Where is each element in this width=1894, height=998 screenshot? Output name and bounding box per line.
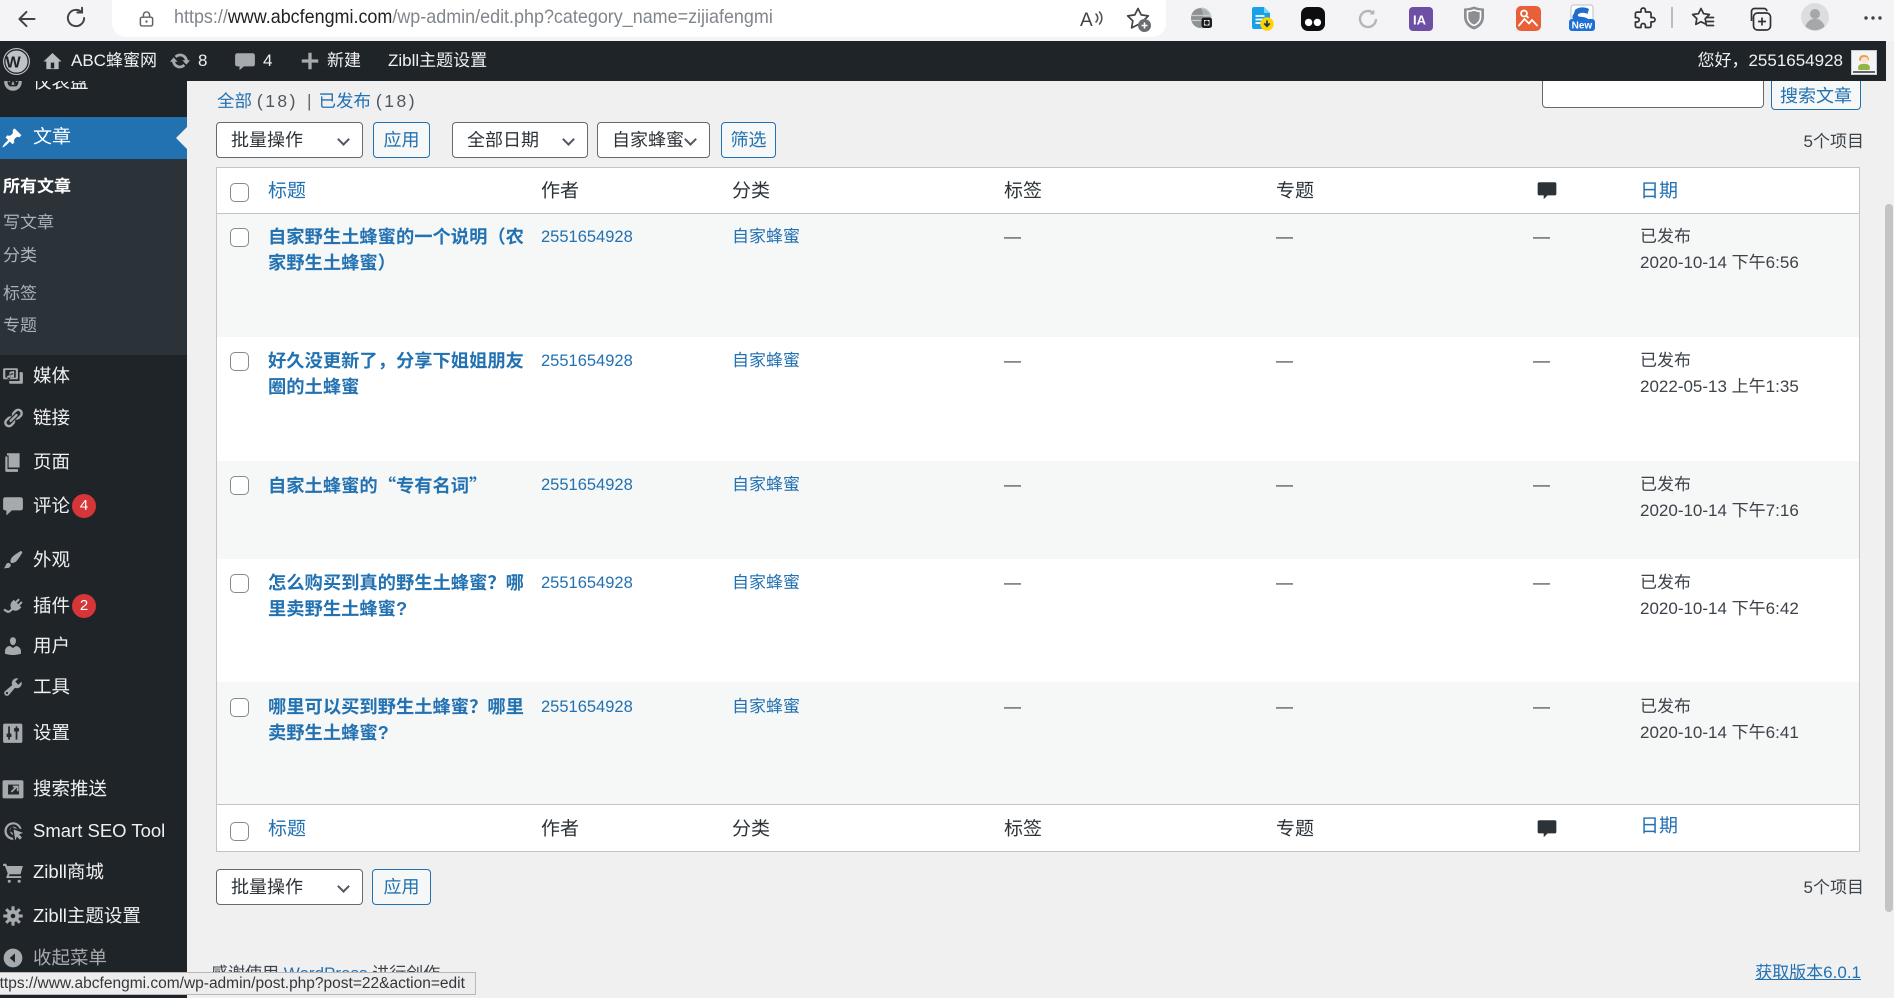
svg-text:A: A	[1080, 10, 1093, 31]
svg-text:IA: IA	[1413, 13, 1427, 28]
svg-text:New: New	[1572, 21, 1593, 32]
svg-text:W: W	[6, 54, 22, 71]
